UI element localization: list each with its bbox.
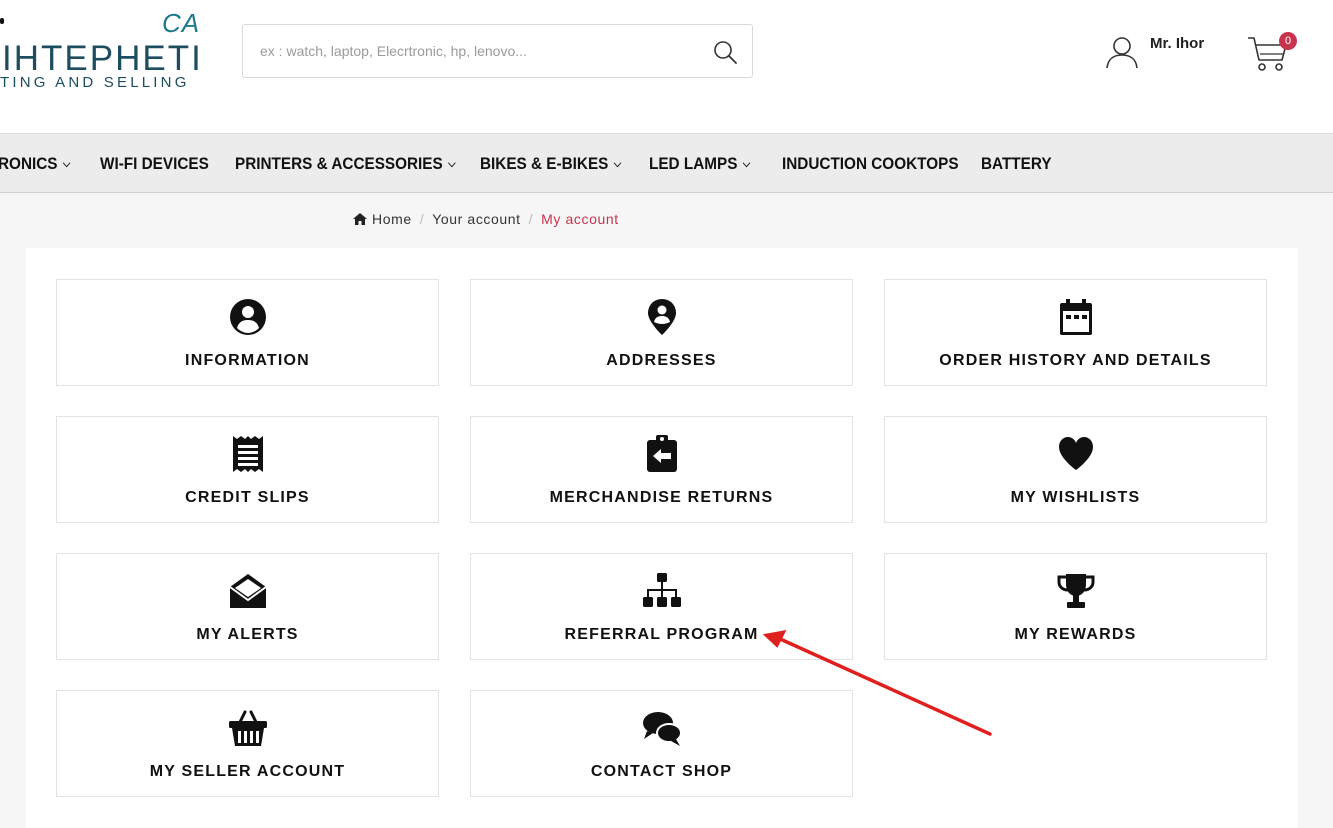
card-label: CREDIT SLIPS — [185, 489, 310, 506]
nav-item-battery[interactable]: BATTERY — [981, 154, 1052, 174]
chat-bubbles-icon — [643, 712, 682, 746]
breadcrumb-separator: / — [528, 211, 534, 227]
breadcrumb-current: My account — [541, 211, 619, 227]
wishlists-card[interactable]: MY WISHLISTS — [884, 416, 1267, 523]
main-navigation: RONICS ⌵ WI-FI DEVICES PRINTERS & ACCESSO… — [0, 133, 1333, 193]
return-clipboard-icon — [647, 435, 677, 472]
nav-item-wifi-devices[interactable]: WI-FI DEVICES — [100, 154, 209, 174]
user-name[interactable]: Mr. Ihor — [1150, 35, 1204, 52]
card-label: MY WISHLISTS — [1010, 489, 1141, 506]
card-label: ADDRESSES — [606, 352, 717, 369]
breadcrumb-separator: / — [419, 211, 425, 227]
order-history-card[interactable]: ORDER HISTORY AND DETAILS — [884, 279, 1267, 386]
nav-item-label: BIKES & E-BIKES — [480, 154, 609, 173]
annotation-arrow-icon — [762, 630, 992, 736]
nav-item-label: PRINTERS & ACCESSORIES — [235, 154, 443, 173]
cart-count-badge: 0 — [1279, 32, 1297, 50]
card-label: MY SELLER ACCOUNT — [149, 763, 346, 780]
user-icon — [1106, 37, 1138, 69]
open-envelope-icon — [229, 574, 267, 608]
heart-icon — [1059, 437, 1093, 470]
nav-item-label: WI-FI DEVICES — [100, 154, 209, 173]
merchandise-returns-card[interactable]: MERCHANDISE RETURNS — [470, 416, 853, 523]
breadcrumb: Home / Your account / My account — [353, 211, 619, 227]
alerts-card[interactable]: MY ALERTS — [56, 553, 439, 660]
nav-item-label: LED LAMPS — [649, 154, 738, 173]
card-label: ORDER HISTORY AND DETAILS — [939, 352, 1212, 369]
home-icon — [353, 213, 367, 225]
logo-ca-text: CA — [162, 8, 201, 38]
card-label: MERCHANDISE RETURNS — [549, 489, 774, 506]
card-label: INFORMATION — [185, 352, 310, 369]
cart-button[interactable]: 0 — [1246, 32, 1298, 74]
nav-item-printers-accessories[interactable]: PRINTERS & ACCESSORIES ⌵ — [235, 154, 456, 174]
information-card[interactable]: INFORMATION — [56, 279, 439, 386]
sitemap-icon — [643, 573, 681, 607]
site-logo[interactable]: CA IHTEPHETI TING AND SELLING — [0, 6, 203, 96]
nav-item-electronics[interactable]: RONICS ⌵ — [0, 154, 70, 174]
search-icon[interactable] — [712, 39, 738, 65]
nav-item-label: BATTERY — [981, 154, 1052, 173]
calendar-icon — [1060, 299, 1092, 335]
chevron-down-icon: ⌵ — [448, 158, 456, 170]
location-pin-icon — [648, 299, 676, 335]
account-panel: INFORMATION ADDRESSES ORDER HISTORY AND … — [26, 248, 1298, 828]
addresses-card[interactable]: ADDRESSES — [470, 279, 853, 386]
receipt-icon — [233, 436, 263, 472]
logo-dot — [0, 18, 4, 24]
user-account[interactable]: Mr. Ihor — [1104, 32, 1224, 72]
logo-tagline: TING AND SELLING — [0, 74, 190, 91]
account-circle-icon — [230, 299, 266, 335]
chevron-down-icon: ⌵ — [742, 158, 751, 170]
nav-item-label: INDUCTION COOKTOPS — [782, 154, 959, 173]
search-box — [242, 24, 753, 78]
card-label: MY ALERTS — [196, 626, 299, 643]
nav-item-bikes[interactable]: BIKES & E-BIKES ⌵ — [480, 154, 621, 174]
breadcrumb-home-link[interactable]: Home — [372, 211, 412, 227]
seller-account-card[interactable]: MY SELLER ACCOUNT — [56, 690, 439, 797]
search-input[interactable] — [243, 25, 720, 77]
chevron-down-icon: ⌵ — [613, 158, 622, 170]
trophy-icon — [1057, 574, 1095, 608]
card-label: CONTACT SHOP — [590, 763, 733, 780]
nav-item-led-lamps[interactable]: LED LAMPS ⌵ — [649, 154, 750, 174]
site-header: CA IHTEPHETI TING AND SELLING Mr. Ihor 0 — [0, 0, 1333, 133]
credit-slips-card[interactable]: CREDIT SLIPS — [56, 416, 439, 523]
logo-main-text: IHTEPHETI — [2, 39, 203, 78]
breadcrumb-your-account-link[interactable]: Your account — [432, 211, 520, 227]
chevron-down-icon: ⌵ — [62, 158, 71, 170]
nav-item-label: RONICS — [0, 154, 58, 173]
nav-item-induction-cooktops[interactable]: INDUCTION COOKTOPS — [782, 154, 959, 174]
basket-icon — [229, 710, 267, 746]
